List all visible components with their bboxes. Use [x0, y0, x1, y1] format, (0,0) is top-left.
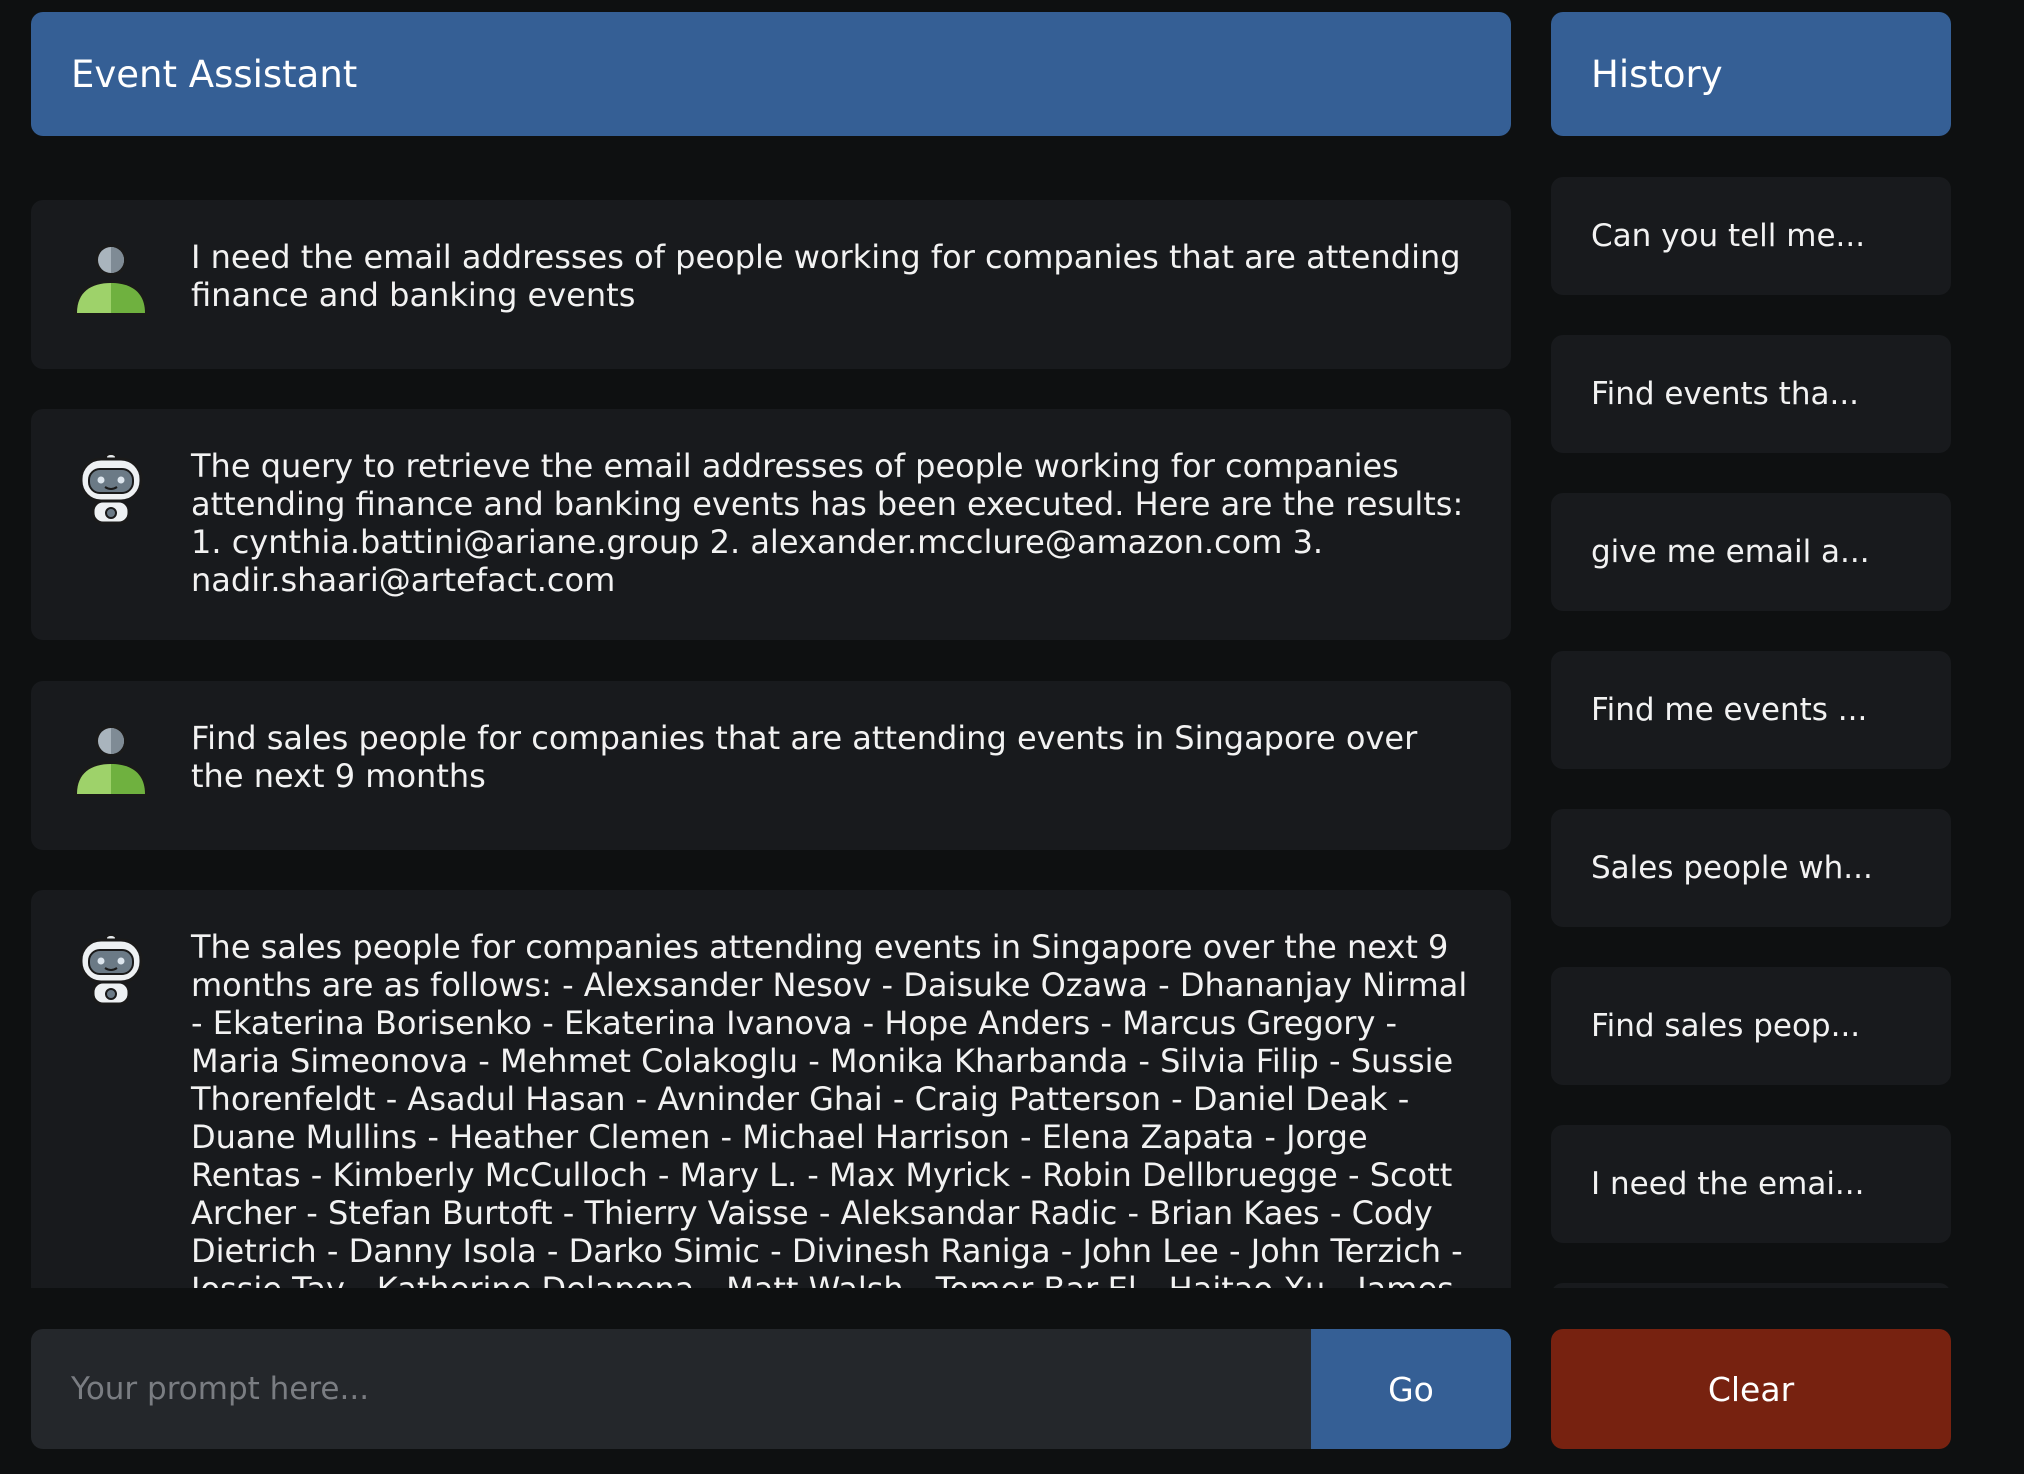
history-item[interactable]: Find events tha... — [1551, 335, 1951, 453]
message-text: I need the email addresses of people wor… — [191, 238, 1461, 314]
history-item[interactable]: Find me events ... — [1551, 651, 1951, 769]
message-text: Find sales people for companies that are… — [191, 719, 1418, 795]
history-item[interactable]: give me email a... — [1551, 493, 1951, 611]
user-icon — [73, 725, 149, 797]
user-icon — [73, 244, 149, 316]
history-header: History — [1551, 12, 1951, 136]
app-title: Event Assistant — [71, 52, 358, 96]
chat-message-assistant: The query to retrieve the email addresse… — [31, 409, 1511, 640]
history-title: History — [1591, 52, 1723, 96]
chat-message-assistant: The sales people for companies attending… — [31, 890, 1511, 1288]
app-header: Event Assistant — [31, 12, 1511, 136]
robot-icon — [79, 934, 143, 1006]
chat-area[interactable]: I need the email addresses of people wor… — [31, 200, 1511, 1288]
history-list[interactable]: Can you tell me... Find events tha... gi… — [1551, 177, 1951, 1288]
history-item-partial[interactable] — [1551, 1283, 1951, 1288]
history-item[interactable]: I need the emai... — [1551, 1125, 1951, 1243]
clear-button[interactable]: Clear — [1551, 1329, 1951, 1449]
message-text: The query to retrieve the email addresse… — [191, 447, 1464, 599]
message-text: The sales people for companies attending… — [191, 928, 1468, 1288]
event-assistant-app: Event Assistant I need the email address… — [0, 0, 2024, 1474]
prompt-input[interactable] — [31, 1329, 1311, 1449]
history-item[interactable]: Sales people wh... — [1551, 809, 1951, 927]
robot-icon — [79, 453, 143, 525]
history-item[interactable]: Find sales peop... — [1551, 967, 1951, 1085]
history-item[interactable]: Can you tell me... — [1551, 177, 1951, 295]
chat-message-user: Find sales people for companies that are… — [31, 681, 1511, 850]
chat-message-user: I need the email addresses of people wor… — [31, 200, 1511, 369]
go-button[interactable]: Go — [1311, 1329, 1511, 1449]
